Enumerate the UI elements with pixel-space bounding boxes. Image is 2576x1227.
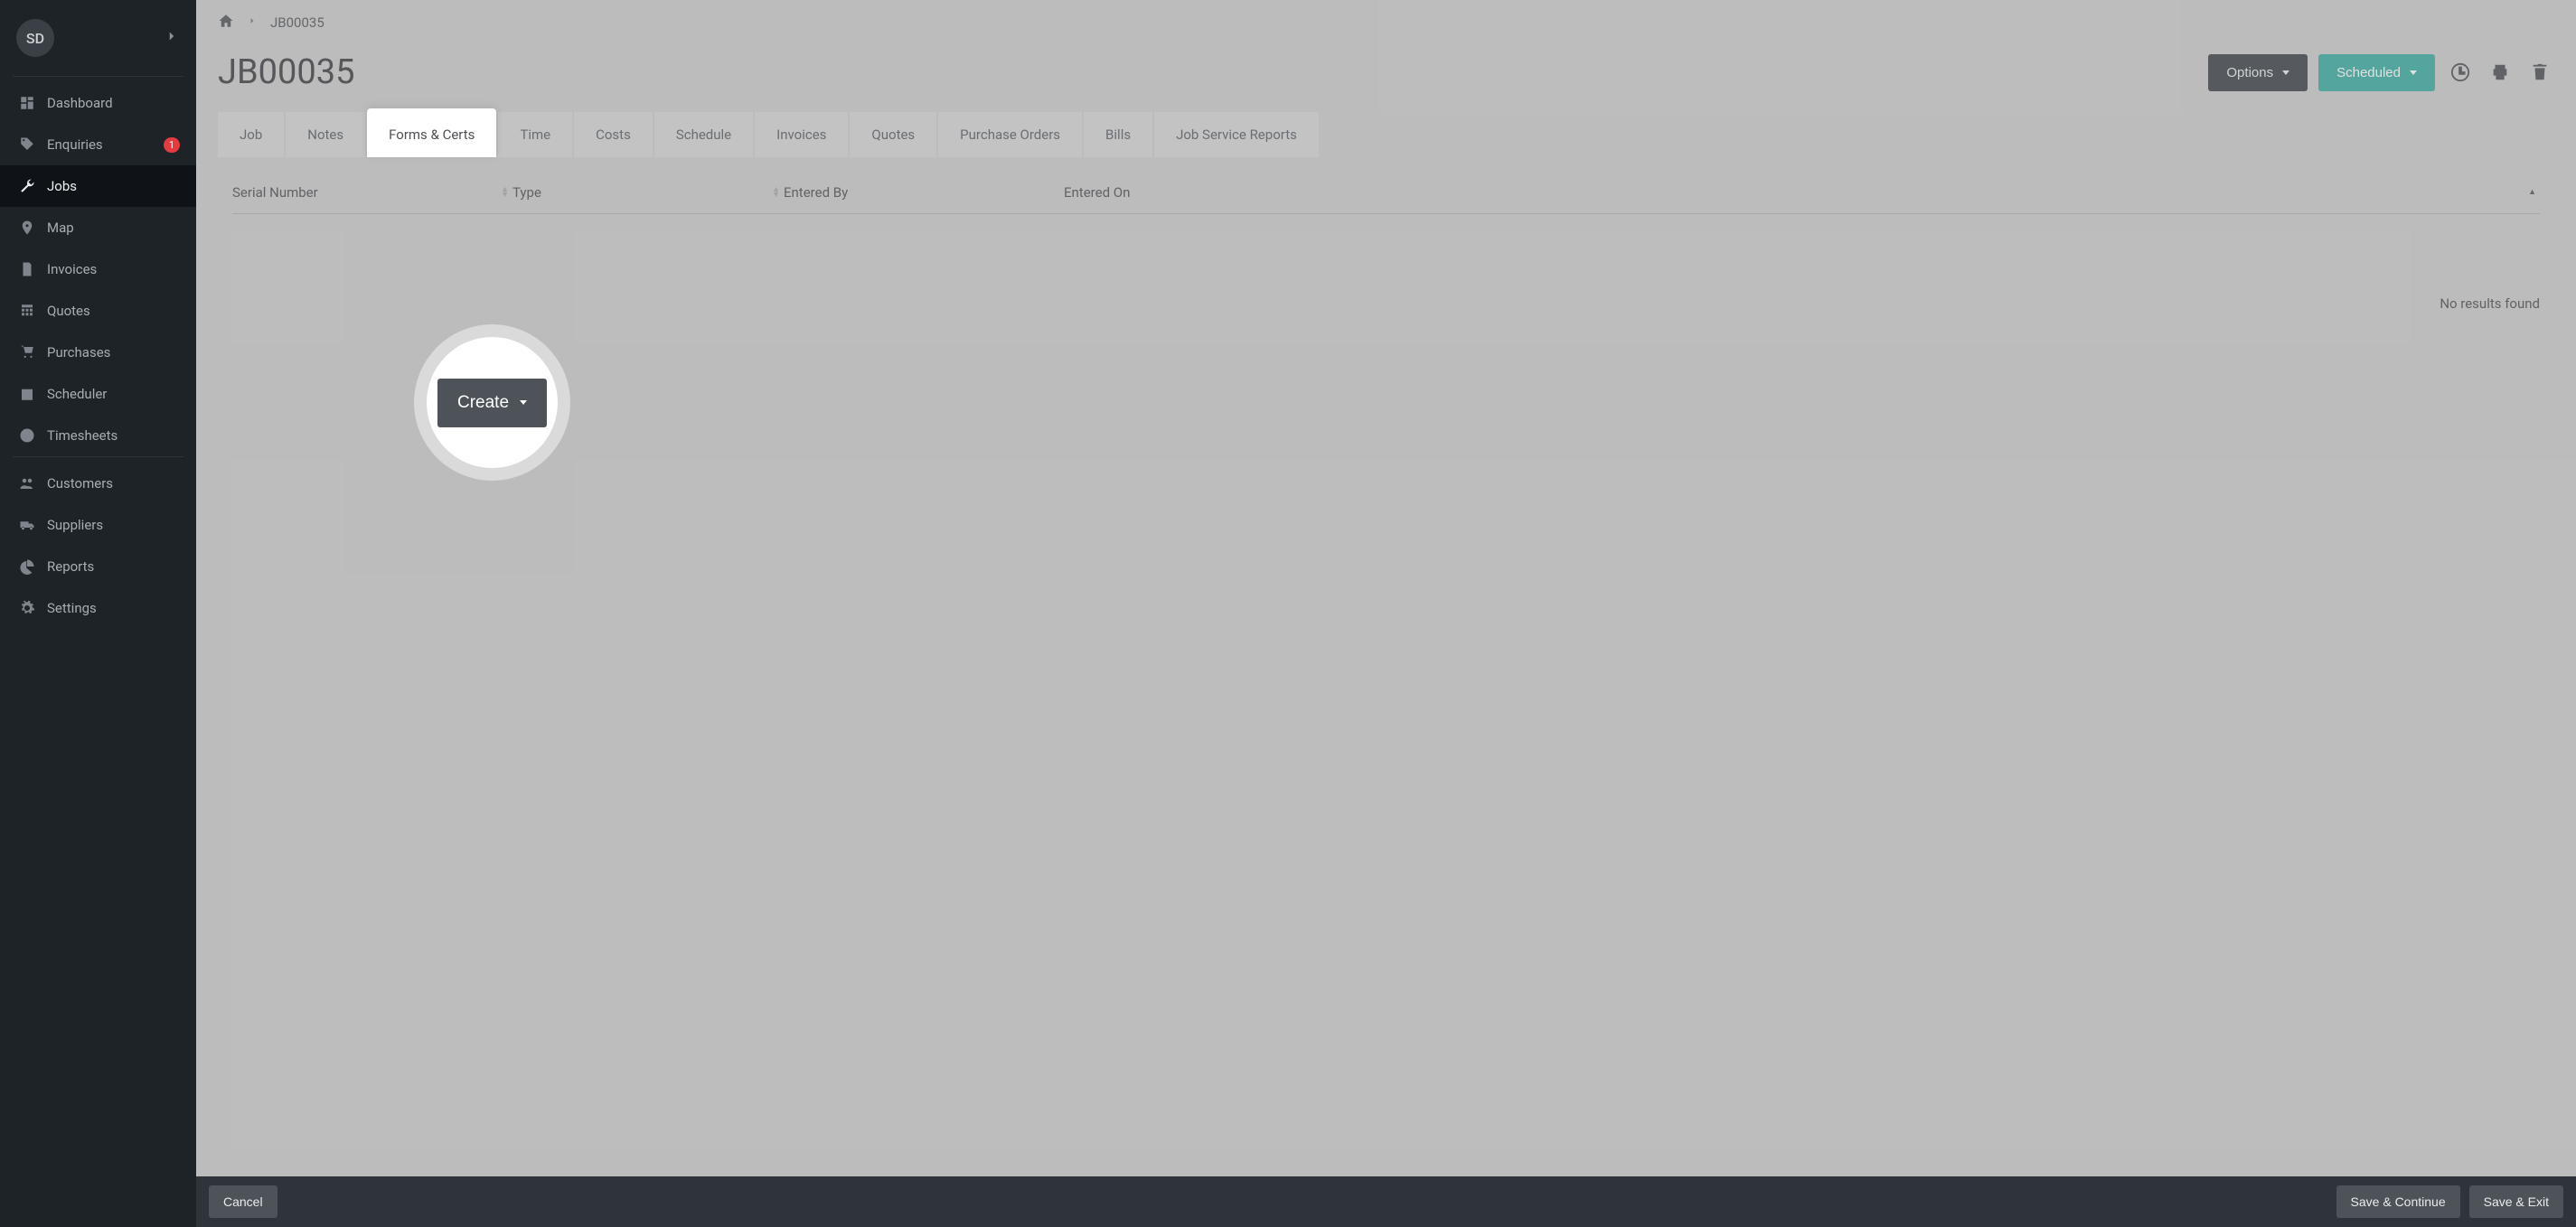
sidebar-item-label: Timesheets bbox=[47, 427, 118, 444]
sidebar-item-label: Scheduler bbox=[47, 386, 107, 402]
sidebar-item-suppliers[interactable]: Suppliers bbox=[0, 504, 196, 546]
sort-asc-icon: ▲ bbox=[2528, 190, 2536, 195]
divider bbox=[13, 456, 183, 457]
sidebar-item-purchases[interactable]: Purchases bbox=[0, 332, 196, 373]
sidebar-item-label: Suppliers bbox=[47, 517, 103, 533]
sidebar-item-reports[interactable]: Reports bbox=[0, 546, 196, 587]
save-continue-button[interactable]: Save & Continue bbox=[2336, 1185, 2460, 1218]
tabs: Job Notes Forms & Certs Time Costs Sched… bbox=[196, 112, 2576, 157]
cart-icon bbox=[16, 344, 38, 361]
header-actions: Options Scheduled bbox=[2208, 54, 2554, 91]
tab-panel: Serial Number ▲▼ Type ▲▼ Entered By Ente… bbox=[196, 157, 2576, 1227]
tab-bills[interactable]: Bills bbox=[1084, 112, 1152, 157]
breadcrumb: JB00035 bbox=[196, 0, 2576, 42]
caret-down-icon bbox=[2282, 70, 2289, 75]
sidebar: SD Dashboard Enquiries 1 Jobs bbox=[0, 0, 196, 1227]
column-label: Entered On bbox=[1064, 184, 1130, 201]
sidebar-item-label: Settings bbox=[47, 600, 97, 616]
tab-job-service-reports[interactable]: Job Service Reports bbox=[1154, 112, 1319, 157]
options-dropdown[interactable]: Options bbox=[2208, 54, 2308, 91]
tab-job[interactable]: Job bbox=[218, 112, 284, 157]
sidebar-item-scheduler[interactable]: Scheduler bbox=[0, 373, 196, 415]
tab-notes[interactable]: Notes bbox=[286, 112, 365, 157]
truck-icon bbox=[16, 517, 38, 533]
sidebar-item-label: Map bbox=[47, 220, 74, 236]
tab-costs[interactable]: Costs bbox=[574, 112, 653, 157]
create-highlight: Create bbox=[427, 337, 558, 468]
tab-quotes[interactable]: Quotes bbox=[850, 112, 936, 157]
history-button[interactable] bbox=[2446, 58, 2475, 87]
table-header: Serial Number ▲▼ Type ▲▼ Entered By Ente… bbox=[232, 184, 2540, 214]
chart-pie-icon bbox=[16, 558, 38, 575]
sidebar-item-label: Dashboard bbox=[47, 95, 113, 111]
chevron-right-icon bbox=[164, 28, 180, 48]
profile-section[interactable]: SD bbox=[0, 0, 196, 76]
sidebar-item-label: Jobs bbox=[47, 178, 77, 194]
column-entered-by[interactable]: Entered By bbox=[784, 184, 1064, 201]
column-label: Entered By bbox=[784, 184, 848, 201]
tab-invoices[interactable]: Invoices bbox=[755, 112, 848, 157]
gear-icon bbox=[16, 600, 38, 616]
tab-schedule[interactable]: Schedule bbox=[654, 112, 753, 157]
clock-icon bbox=[16, 427, 38, 444]
sidebar-item-label: Invoices bbox=[47, 261, 97, 277]
sidebar-item-customers[interactable]: Customers bbox=[0, 463, 196, 504]
chevron-right-icon bbox=[247, 15, 258, 30]
save-exit-button[interactable]: Save & Exit bbox=[2469, 1185, 2563, 1218]
tab-time[interactable]: Time bbox=[498, 112, 572, 157]
avatar: SD bbox=[16, 19, 54, 57]
sidebar-item-label: Reports bbox=[47, 558, 94, 575]
column-label: Serial Number bbox=[232, 184, 318, 201]
delete-button[interactable] bbox=[2525, 58, 2554, 87]
notification-badge: 1 bbox=[164, 137, 180, 153]
sidebar-item-label: Enquiries bbox=[47, 136, 103, 153]
footer-bar: Cancel Save & Continue Save & Exit bbox=[196, 1176, 2576, 1227]
cancel-button[interactable]: Cancel bbox=[209, 1185, 277, 1218]
wrench-icon bbox=[16, 178, 38, 194]
tab-purchase-orders[interactable]: Purchase Orders bbox=[938, 112, 1082, 157]
sort-icon: ▲▼ bbox=[772, 187, 780, 198]
status-label: Scheduled bbox=[2336, 65, 2401, 80]
status-dropdown[interactable]: Scheduled bbox=[2318, 54, 2435, 91]
sidebar-item-settings[interactable]: Settings bbox=[0, 587, 196, 629]
users-icon bbox=[16, 475, 38, 492]
tab-forms-certs[interactable]: Forms & Certs bbox=[367, 108, 496, 157]
dashboard-icon bbox=[16, 95, 38, 111]
sidebar-item-quotes[interactable]: Quotes bbox=[0, 290, 196, 332]
create-dropdown[interactable]: Create bbox=[437, 379, 547, 427]
create-label: Create bbox=[457, 393, 509, 413]
empty-state: No results found bbox=[232, 214, 2540, 312]
options-label: Options bbox=[2226, 65, 2273, 80]
sidebar-item-label: Quotes bbox=[47, 303, 90, 319]
caret-down-icon bbox=[520, 400, 527, 405]
sidebar-item-timesheets[interactable]: Timesheets bbox=[0, 415, 196, 456]
sidebar-item-jobs[interactable]: Jobs bbox=[0, 165, 196, 207]
calculator-icon bbox=[16, 303, 38, 319]
print-button[interactable] bbox=[2486, 58, 2515, 87]
column-serial-number[interactable]: Serial Number ▲▼ bbox=[232, 184, 512, 201]
sidebar-item-map[interactable]: Map bbox=[0, 207, 196, 248]
calendar-icon bbox=[16, 386, 38, 402]
page-header: JB00035 Options Scheduled bbox=[196, 42, 2576, 112]
tag-icon bbox=[16, 136, 38, 153]
main-content: JB00035 JB00035 Options Scheduled bbox=[196, 0, 2576, 1227]
sidebar-item-dashboard[interactable]: Dashboard bbox=[0, 82, 196, 124]
breadcrumb-current: JB00035 bbox=[270, 14, 324, 31]
sort-icon: ▲▼ bbox=[501, 187, 509, 198]
column-label: Type bbox=[512, 184, 541, 201]
home-icon[interactable] bbox=[218, 13, 234, 33]
column-type[interactable]: Type ▲▼ bbox=[512, 184, 784, 201]
page-title: JB00035 bbox=[218, 52, 354, 92]
sidebar-item-invoices[interactable]: Invoices bbox=[0, 248, 196, 290]
caret-down-icon bbox=[2410, 70, 2417, 75]
divider bbox=[13, 76, 183, 77]
sidebar-item-label: Purchases bbox=[47, 344, 110, 361]
column-entered-on[interactable]: Entered On ▲ bbox=[1064, 184, 2540, 201]
sidebar-item-label: Customers bbox=[47, 475, 113, 492]
sidebar-item-enquiries[interactable]: Enquiries 1 bbox=[0, 124, 196, 165]
map-pin-icon bbox=[16, 220, 38, 236]
document-icon bbox=[16, 261, 38, 277]
